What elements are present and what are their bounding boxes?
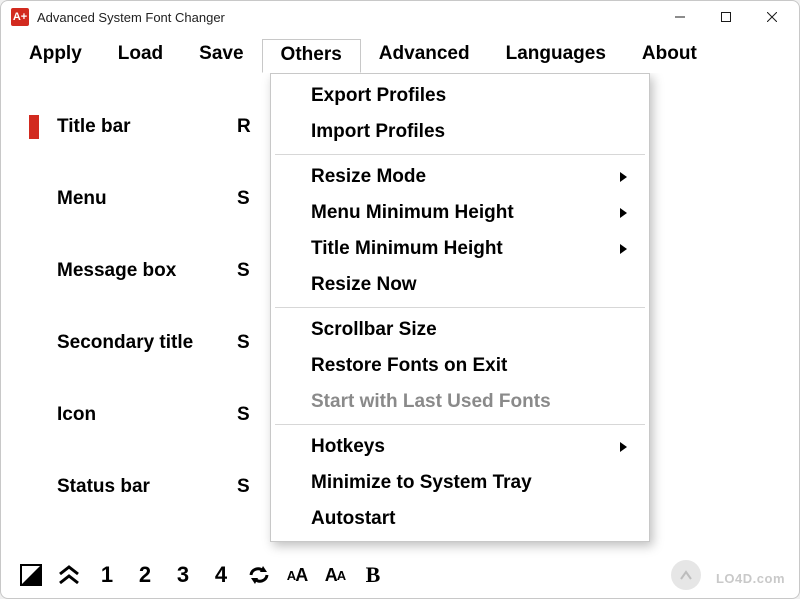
menuitem-scrollbar-size[interactable]: Scrollbar Size — [271, 312, 649, 348]
menuitem-label: Autostart — [311, 508, 395, 530]
menu-save[interactable]: Save — [181, 39, 261, 73]
menuitem-hotkeys[interactable]: Hotkeys — [271, 429, 649, 465]
menuitem-resize-mode[interactable]: Resize Mode — [271, 159, 649, 195]
menu-advanced[interactable]: Advanced — [361, 39, 488, 73]
menu-separator — [275, 154, 645, 155]
menu-load[interactable]: Load — [100, 39, 181, 73]
menuitem-minimize-to-tray[interactable]: Minimize to System Tray — [271, 465, 649, 501]
menuitem-resize-now[interactable]: Resize Now — [271, 267, 649, 303]
minimize-button[interactable] — [657, 2, 703, 32]
menuitem-label: Hotkeys — [311, 436, 385, 458]
menu-languages[interactable]: Languages — [488, 39, 624, 73]
menu-others[interactable]: Others — [262, 39, 361, 73]
row-value: S — [237, 476, 250, 498]
menuitem-label: Resize Now — [311, 274, 417, 296]
maximize-icon — [721, 12, 731, 22]
row-label: Icon — [57, 404, 237, 426]
window-titlebar: A+ Advanced System Font Changer — [1, 1, 799, 33]
submenu-arrow-icon — [620, 442, 627, 452]
menuitem-label: Scrollbar Size — [311, 319, 437, 341]
maximize-button[interactable] — [703, 2, 749, 32]
menuitem-restore-fonts-on-exit[interactable]: Restore Fonts on Exit — [271, 348, 649, 384]
menuitem-menu-min-height[interactable]: Menu Minimum Height — [271, 195, 649, 231]
preset-3[interactable]: 3 — [171, 562, 195, 588]
bold-icon[interactable]: B — [361, 562, 385, 588]
menubar: Apply Load Save Others Advanced Language… — [1, 33, 799, 73]
row-label: Secondary title — [57, 332, 237, 354]
menuitem-label: Resize Mode — [311, 166, 426, 188]
collapse-icon[interactable] — [57, 562, 81, 588]
menu-separator — [275, 424, 645, 425]
menuitem-label: Menu Minimum Height — [311, 202, 514, 224]
menuitem-export-profiles[interactable]: Export Profiles — [271, 78, 649, 114]
preset-1[interactable]: 1 — [95, 562, 119, 588]
row-label: Menu — [57, 188, 237, 210]
active-marker — [29, 115, 39, 139]
menuitem-label: Export Profiles — [311, 85, 446, 107]
menuitem-label: Start with Last Used Fonts — [311, 391, 551, 413]
others-dropdown: Export Profiles Import Profiles Resize M… — [270, 73, 650, 542]
menuitem-label: Minimize to System Tray — [311, 472, 532, 494]
row-value: S — [237, 260, 250, 282]
app-window: A+ Advanced System Font Changer Apply Lo… — [0, 0, 800, 599]
row-value: S — [237, 188, 250, 210]
menuitem-label: Restore Fonts on Exit — [311, 355, 507, 377]
menuitem-import-profiles[interactable]: Import Profiles — [271, 114, 649, 150]
minimize-icon — [675, 12, 685, 22]
font-size-large-icon[interactable]: AA — [323, 562, 347, 588]
refresh-icon[interactable] — [247, 562, 271, 588]
window-title: Advanced System Font Changer — [37, 10, 225, 25]
preset-4[interactable]: 4 — [209, 562, 233, 588]
watermark-arrow-icon — [671, 560, 701, 590]
row-value: S — [237, 404, 250, 426]
close-button[interactable] — [749, 2, 795, 32]
submenu-arrow-icon — [620, 244, 627, 254]
app-icon: A+ — [11, 8, 29, 26]
menu-about[interactable]: About — [624, 39, 715, 73]
menuitem-label: Import Profiles — [311, 121, 445, 143]
contrast-icon[interactable] — [19, 562, 43, 588]
preset-2[interactable]: 2 — [133, 562, 157, 588]
menuitem-autostart[interactable]: Autostart — [271, 501, 649, 537]
bottom-toolbar: 1 2 3 4 AA AA B — [19, 562, 385, 588]
row-label: Message box — [57, 260, 237, 282]
watermark-text: LO4D.com — [716, 571, 785, 586]
menu-separator — [275, 307, 645, 308]
client-area: Title bar R Menu S Message box S Seconda… — [1, 73, 799, 598]
row-value: R — [237, 116, 251, 138]
row-label: Title bar — [57, 116, 237, 138]
menuitem-label: Title Minimum Height — [311, 238, 503, 260]
menuitem-title-min-height[interactable]: Title Minimum Height — [271, 231, 649, 267]
row-label: Status bar — [57, 476, 237, 498]
font-size-small-icon[interactable]: AA — [285, 562, 309, 588]
row-value: S — [237, 332, 250, 354]
submenu-arrow-icon — [620, 172, 627, 182]
submenu-arrow-icon — [620, 208, 627, 218]
menuitem-start-with-last-used-fonts: Start with Last Used Fonts — [271, 384, 649, 420]
close-icon — [767, 12, 777, 22]
menu-apply[interactable]: Apply — [11, 39, 100, 73]
